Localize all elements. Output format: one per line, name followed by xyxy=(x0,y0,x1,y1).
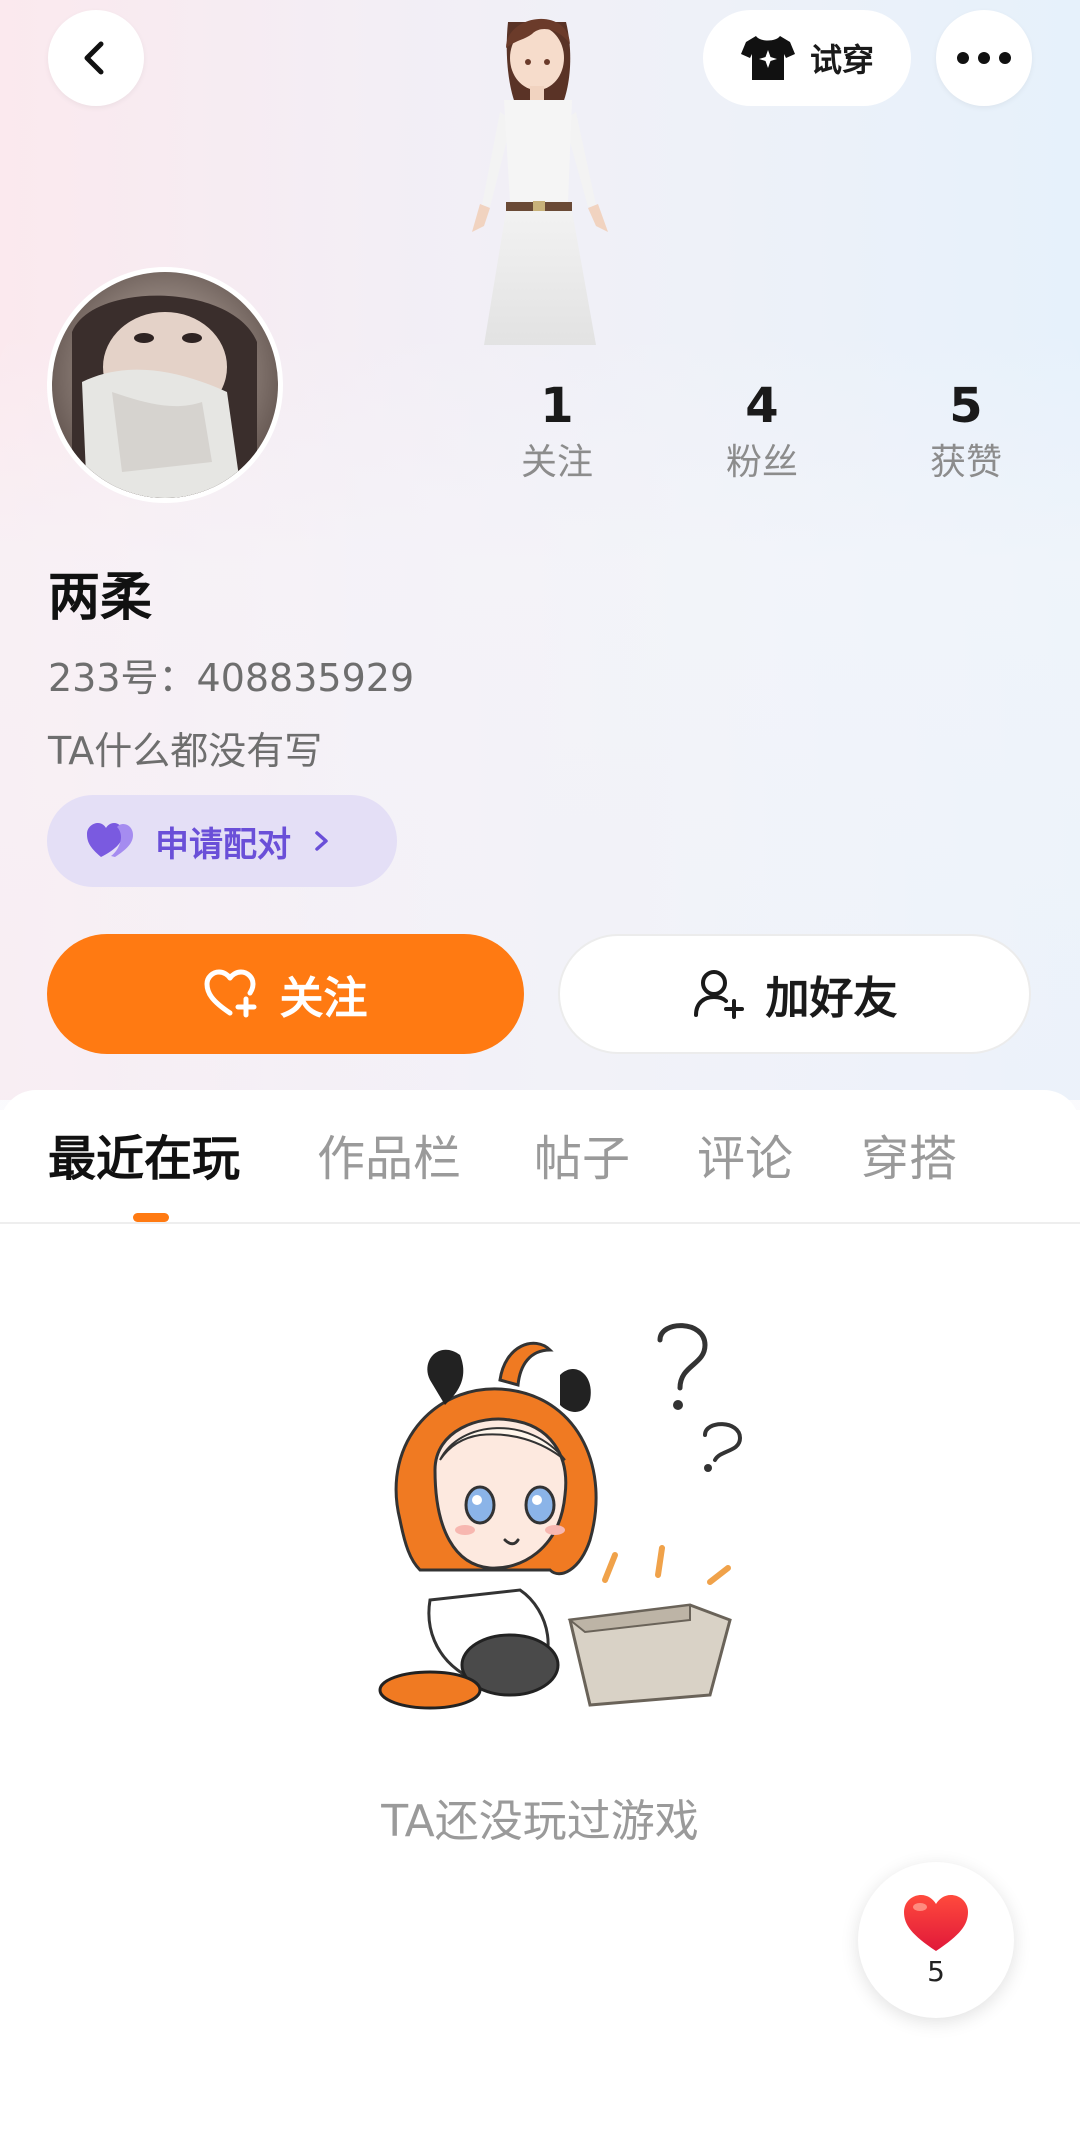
user-bio: TA什么都没有写 xyxy=(48,729,323,773)
stat-followers[interactable]: 4 粉丝 xyxy=(692,375,832,489)
empty-state-illustration xyxy=(378,1323,743,1710)
profile-tabs: 最近在玩 作品栏 帖子 评论 穿搭 xyxy=(0,1125,1080,1221)
user-id: 233号：408835929 xyxy=(48,656,415,700)
tab-outfits[interactable]: 穿搭 xyxy=(861,1125,957,1193)
try-on-button[interactable]: 试穿 xyxy=(703,10,911,106)
add-user-icon xyxy=(693,970,744,1019)
heart-plus-icon xyxy=(204,969,256,1018)
try-on-label: 试穿 xyxy=(809,41,874,79)
floating-like-button[interactable]: 5 xyxy=(858,1862,1014,2018)
stat-following[interactable]: 1 关注 xyxy=(487,375,627,489)
tab-works[interactable]: 作品栏 xyxy=(317,1125,461,1193)
like-count: 5 xyxy=(927,1954,945,1988)
avatar-3d-figure xyxy=(472,18,608,345)
follow-button[interactable]: 关注 xyxy=(47,934,524,1054)
avatar[interactable] xyxy=(47,267,283,503)
heart-icon xyxy=(904,1894,968,1951)
follow-label: 关注 xyxy=(279,973,368,1024)
more-options-button[interactable] xyxy=(936,10,1032,106)
tabs-divider xyxy=(0,1222,1080,1224)
username: 两柔 xyxy=(48,568,153,628)
chevron-left-icon xyxy=(84,41,104,75)
stat-value: 1 xyxy=(540,378,574,434)
back-button[interactable] xyxy=(48,10,144,106)
shirt-sparkle-icon xyxy=(740,36,795,80)
add-friend-label: 加好友 xyxy=(765,973,898,1024)
stat-value: 5 xyxy=(949,378,983,434)
stat-label: 关注 xyxy=(520,442,593,483)
request-pair-button[interactable]: 申请配对 xyxy=(47,795,397,887)
tab-recently-played[interactable]: 最近在玩 xyxy=(48,1125,240,1193)
chevron-right-icon xyxy=(315,831,328,851)
stat-label: 粉丝 xyxy=(725,442,798,483)
add-friend-button[interactable]: 加好友 xyxy=(558,934,1031,1054)
stat-likes[interactable]: 5 获赞 xyxy=(896,375,1036,489)
request-pair-label: 申请配对 xyxy=(155,824,291,865)
active-tab-indicator xyxy=(133,1213,169,1222)
tab-comments[interactable]: 评论 xyxy=(697,1125,793,1193)
tab-posts[interactable]: 帖子 xyxy=(534,1125,630,1193)
stat-label: 获赞 xyxy=(929,442,1002,483)
avatar-photo xyxy=(52,272,278,498)
stat-value: 4 xyxy=(745,378,779,434)
double-heart-icon xyxy=(87,823,133,857)
empty-state-text: TA还没玩过游戏 xyxy=(381,1796,699,1847)
more-dots-icon xyxy=(957,52,1011,64)
